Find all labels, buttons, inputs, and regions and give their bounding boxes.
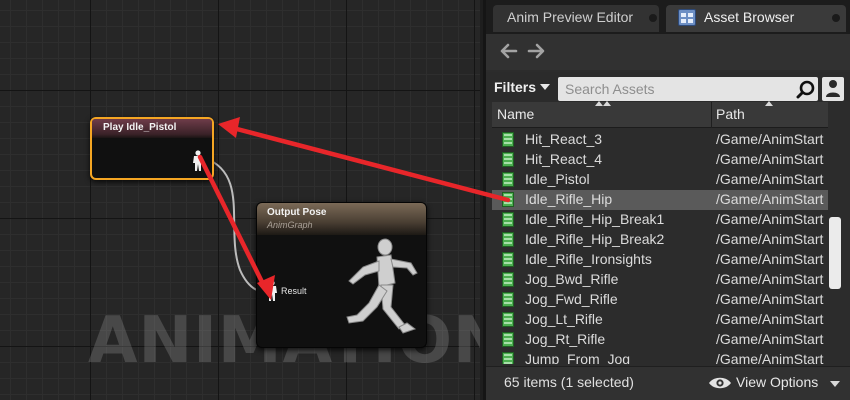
asset-path: /Game/AnimStarterPack xyxy=(716,191,824,207)
asset-name: Jump_From_Jog xyxy=(525,351,631,364)
asset-row[interactable]: Jog_Rt_Rifle/Game/AnimStarterPack xyxy=(492,330,828,350)
asset-path: /Game/AnimStarterPack xyxy=(716,151,824,167)
asset-name: Jog_Fwd_Rifle xyxy=(525,291,618,307)
column-header-name[interactable]: Name xyxy=(497,106,534,122)
forward-arrow-icon[interactable] xyxy=(527,42,545,60)
column-divider[interactable] xyxy=(711,102,712,128)
anim-sequence-icon xyxy=(502,172,514,187)
asset-list-scrollbar[interactable] xyxy=(829,217,841,289)
anim-sequence-icon xyxy=(502,252,514,267)
history-nav-bar xyxy=(486,34,850,70)
output-pose-node[interactable]: Output Pose AnimGraph xyxy=(256,202,427,348)
asset-row[interactable]: Idle_Pistol/Game/AnimStarterPack xyxy=(492,170,828,190)
tab-asset-browser[interactable]: Asset Browser xyxy=(666,5,846,32)
sort-indicator-icon xyxy=(595,101,603,106)
running-mannequin-icon xyxy=(346,238,418,334)
item-count: 65 items (1 selected) xyxy=(504,374,634,390)
panel-tab-bar: Anim Preview Editor Asset Browser xyxy=(486,0,850,34)
asset-list: Hit_React_3/Game/AnimStarterPackHit_Reac… xyxy=(492,130,828,364)
anim-sequence-icon xyxy=(502,152,514,167)
chevron-down-icon xyxy=(540,84,550,90)
asset-name: Idle_Rifle_Hip_Break2 xyxy=(525,231,665,247)
anim-graph-canvas[interactable]: ANIMATION Play Idle_Pistol Output Pose A… xyxy=(0,0,480,400)
asset-path: /Game/AnimStarterPack xyxy=(716,171,824,187)
anim-sequence-icon xyxy=(502,332,514,347)
asset-row[interactable]: Jog_Lt_Rifle/Game/AnimStarterPack xyxy=(492,310,828,330)
asset-row[interactable]: Hit_React_3/Game/AnimStarterPack xyxy=(492,130,828,150)
view-options-label: View Options xyxy=(736,374,819,390)
search-input[interactable] xyxy=(558,77,788,101)
asset-name: Idle_Rifle_Hip_Break1 xyxy=(525,211,665,227)
asset-path: /Game/AnimStarterPack xyxy=(716,331,824,347)
back-arrow-icon[interactable] xyxy=(500,42,518,60)
tab-asset-browser-label: Asset Browser xyxy=(704,9,795,25)
anim-sequence-icon xyxy=(502,272,514,287)
asset-row[interactable]: Idle_Rifle_Ironsights/Game/AnimStarterPa… xyxy=(492,250,828,270)
output-node-subtitle: AnimGraph xyxy=(267,220,313,230)
asset-row[interactable]: Idle_Rifle_Hip_Break1/Game/AnimStarterPa… xyxy=(492,210,828,230)
asset-row[interactable]: Idle_Rifle_Hip_Break2/Game/AnimStarterPa… xyxy=(492,230,828,250)
asset-path: /Game/AnimStarterPack xyxy=(716,231,824,247)
asset-table-header: Name Path xyxy=(492,101,828,128)
anim-sequence-icon xyxy=(502,292,514,307)
view-options-button[interactable]: View Options xyxy=(708,372,848,394)
asset-name: Hit_React_4 xyxy=(525,151,603,167)
anim-editor-window: ANIMATION Play Idle_Pistol Output Pose A… xyxy=(0,0,850,400)
person-icon xyxy=(826,80,840,97)
asset-path: /Game/AnimStarterPack xyxy=(716,351,824,364)
play-idle-pistol-node[interactable]: Play Idle_Pistol xyxy=(90,117,214,180)
asset-path: /Game/AnimStarterPack xyxy=(716,131,824,147)
asset-browser-icon xyxy=(678,9,696,26)
asset-name: Jog_Bwd_Rifle xyxy=(525,271,619,287)
asset-name: Idle_Rifle_Ironsights xyxy=(525,251,652,267)
search-icon[interactable] xyxy=(796,80,816,99)
user-filter-button[interactable] xyxy=(822,77,844,101)
asset-name: Jog_Rt_Rifle xyxy=(525,331,606,347)
asset-path: /Game/AnimStarterPack xyxy=(716,211,824,227)
sort-indicator-icon xyxy=(765,101,773,106)
anim-sequence-icon xyxy=(502,192,514,207)
result-input-pin-icon[interactable] xyxy=(265,280,279,302)
close-tab-icon[interactable] xyxy=(832,14,840,22)
anim-sequence-icon xyxy=(502,312,514,327)
anim-sequence-icon xyxy=(502,232,514,247)
asset-name: Idle_Rifle_Hip xyxy=(525,191,613,207)
search-box xyxy=(558,77,818,101)
filters-label: Filters xyxy=(494,79,537,95)
asset-browser-panel: Anim Preview Editor Asset Browser Filter… xyxy=(483,0,850,400)
asset-row[interactable]: Hit_React_4/Game/AnimStarterPack xyxy=(492,150,828,170)
result-pin-label: Result xyxy=(281,286,307,296)
chevron-down-icon xyxy=(830,381,840,387)
play-node-title: Play Idle_Pistol xyxy=(92,119,212,138)
asset-path: /Game/AnimStarterPack xyxy=(716,271,824,287)
asset-row[interactable]: Jog_Bwd_Rifle/Game/AnimStarterPack xyxy=(492,270,828,290)
asset-browser-footer: 65 items (1 selected) View Options xyxy=(486,366,850,400)
output-node-title: Output Pose xyxy=(267,207,327,218)
asset-row[interactable]: Idle_Rifle_Hip/Game/AnimStarterPack xyxy=(492,190,828,210)
close-tab-icon[interactable] xyxy=(649,14,657,22)
anim-sequence-icon xyxy=(502,212,514,227)
asset-row[interactable]: Jog_Fwd_Rifle/Game/AnimStarterPack xyxy=(492,290,828,310)
asset-path: /Game/AnimStarterPack xyxy=(716,311,824,327)
sort-indicator-icon xyxy=(603,101,611,106)
asset-name: Hit_React_3 xyxy=(525,131,603,147)
asset-name: Jog_Lt_Rifle xyxy=(525,311,603,327)
asset-path: /Game/AnimStarterPack xyxy=(716,251,824,267)
pose-output-pin-icon[interactable] xyxy=(191,150,205,172)
asset-name: Idle_Pistol xyxy=(525,171,590,187)
eye-icon xyxy=(709,377,731,389)
anim-sequence-icon xyxy=(502,352,514,364)
asset-path: /Game/AnimStarterPack xyxy=(716,291,824,307)
asset-row[interactable]: Jump_From_Jog/Game/AnimStarterPack xyxy=(492,350,828,364)
filter-search-bar: Filters xyxy=(486,72,850,102)
tab-anim-preview-label: Anim Preview Editor xyxy=(507,9,634,25)
column-header-path[interactable]: Path xyxy=(716,106,745,122)
anim-sequence-icon xyxy=(502,132,514,147)
output-node-header: Output Pose AnimGraph xyxy=(257,203,426,235)
tab-anim-preview-editor[interactable]: Anim Preview Editor xyxy=(493,5,659,32)
